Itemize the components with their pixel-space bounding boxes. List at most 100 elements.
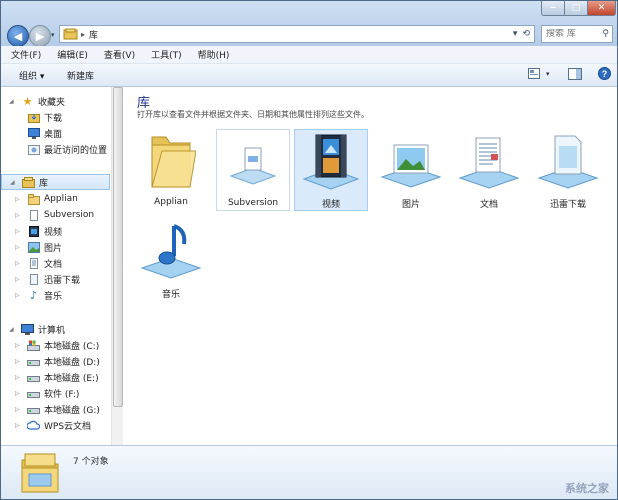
- view-dropdown-icon[interactable]: ▾: [546, 70, 550, 78]
- collapsed-arrow-icon[interactable]: ▷: [15, 342, 23, 349]
- music-note-icon: ♪: [29, 288, 38, 302]
- documents-icon: [27, 257, 40, 269]
- collapsed-arrow-icon[interactable]: ▷: [15, 212, 23, 219]
- collapsed-arrow-icon[interactable]: ▷: [15, 244, 23, 251]
- hard-drive-icon: [27, 371, 40, 383]
- menu-edit[interactable]: 编辑(E): [57, 48, 88, 61]
- nav-library-thunder-downloads[interactable]: ▷ 迅雷下载: [1, 271, 111, 287]
- library-tile-videos[interactable]: 视频: [294, 129, 368, 211]
- document-library-icon: [229, 147, 277, 185]
- back-button[interactable]: ◀: [7, 25, 29, 47]
- collapsed-arrow-icon[interactable]: ▷: [15, 422, 23, 429]
- nav-library-subversion[interactable]: ▷ Subversion: [1, 207, 111, 223]
- collapsed-arrow-icon[interactable]: ▷: [15, 260, 23, 267]
- refresh-icon[interactable]: ⟲: [522, 29, 530, 39]
- folder-icon: [27, 193, 40, 205]
- nav-item-recent-places[interactable]: 最近访问的位置: [1, 141, 111, 157]
- computer-icon: [21, 323, 34, 335]
- video-icon: [302, 134, 360, 190]
- nav-wps-cloud[interactable]: ▷ WPS云文档: [1, 417, 111, 433]
- pictures-icon: [380, 144, 442, 188]
- library-tile-subversion[interactable]: Subversion: [216, 129, 290, 211]
- navigation-scrollbar[interactable]: [111, 87, 123, 445]
- system-drive-icon: [27, 339, 40, 351]
- expanded-arrow-icon[interactable]: ◢: [9, 98, 17, 105]
- documents-icon: [458, 137, 520, 189]
- title-bar: ‒ □ ✕ ◀ ▶ ▾ ▸ 库 ▾ ⟲ ⚲: [1, 1, 617, 47]
- scrollbar-thumb[interactable]: [113, 87, 123, 407]
- menu-view[interactable]: 查看(V): [104, 48, 135, 61]
- menu-help[interactable]: 帮助(H): [198, 48, 230, 61]
- nav-library-music[interactable]: ▷ ♪ 音乐: [1, 287, 111, 303]
- menu-file[interactable]: 文件(F): [11, 48, 41, 61]
- navigation-pane: ◢ ★ 收藏夹 下载 桌面 最近访问的位置 ◢ 库 ▷ Applian ▷ Su…: [1, 87, 111, 445]
- search-input[interactable]: [546, 29, 598, 39]
- collapsed-arrow-icon[interactable]: ▷: [15, 228, 23, 235]
- downloads-folder-icon: [27, 111, 40, 123]
- forward-button[interactable]: ▶: [29, 25, 51, 47]
- nav-libraries[interactable]: ◢ 库: [1, 174, 110, 190]
- library-tile-pictures[interactable]: 图片: [374, 129, 448, 211]
- expanded-arrow-icon[interactable]: ◢: [9, 326, 17, 333]
- arrow-right-icon: ▶: [35, 29, 45, 43]
- folder-icon: [151, 136, 196, 188]
- collapsed-arrow-icon[interactable]: ▷: [15, 358, 23, 365]
- nav-library-applian[interactable]: ▷ Applian: [1, 191, 111, 207]
- recent-pages-dropdown[interactable]: ▾: [51, 31, 55, 39]
- maximize-button[interactable]: □: [564, 1, 588, 16]
- collapsed-arrow-icon[interactable]: ▷: [15, 374, 23, 381]
- library-tile-music[interactable]: 音乐: [134, 219, 208, 301]
- library-tile-applian[interactable]: Applian: [134, 129, 208, 211]
- star-icon: ★: [22, 94, 33, 108]
- search-box[interactable]: ⚲: [541, 25, 613, 43]
- nav-library-documents[interactable]: ▷ 文档: [1, 255, 111, 271]
- help-icon[interactable]: ?: [597, 67, 611, 80]
- recent-places-icon: [27, 143, 40, 155]
- search-icon[interactable]: ⚲: [602, 29, 612, 39]
- library-tile-documents[interactable]: 文档: [452, 129, 526, 211]
- breadcrumb-separator[interactable]: ▸: [81, 30, 85, 39]
- change-view-icon[interactable]: [528, 68, 540, 79]
- nav-drive-c[interactable]: ▷ 本地磁盘 (C:): [1, 337, 111, 353]
- svg-text:?: ?: [601, 69, 607, 79]
- nav-computer[interactable]: ◢ 计算机: [1, 321, 111, 337]
- collapsed-arrow-icon[interactable]: ▷: [15, 276, 23, 283]
- preview-pane-icon[interactable]: [567, 67, 582, 80]
- library-icon: [63, 28, 78, 40]
- organize-button[interactable]: 组织 ▾: [19, 69, 44, 82]
- nav-item-desktop[interactable]: 桌面: [1, 125, 111, 141]
- cloud-icon: [27, 419, 40, 431]
- new-library-button[interactable]: 新建库: [67, 69, 94, 82]
- nav-drive-e[interactable]: ▷ 本地磁盘 (E:): [1, 369, 111, 385]
- nav-drive-d[interactable]: ▷ 本地磁盘 (D:): [1, 353, 111, 369]
- address-bar[interactable]: ▸ 库 ▾ ⟲: [59, 25, 535, 43]
- nav-favorites[interactable]: ◢ ★ 收藏夹: [1, 93, 111, 109]
- video-icon: [27, 225, 40, 237]
- library-tile-thunder-downloads[interactable]: 迅雷下载: [531, 129, 605, 211]
- menu-tools[interactable]: 工具(T): [151, 48, 182, 61]
- nav-library-pictures[interactable]: ▷ 图片: [1, 239, 111, 255]
- explorer-window: ‒ □ ✕ ◀ ▶ ▾ ▸ 库 ▾ ⟲ ⚲ 文件(: [0, 0, 618, 500]
- collapsed-arrow-icon[interactable]: ▷: [15, 406, 23, 413]
- watermark-text: 系统之家: [565, 482, 609, 495]
- collapsed-arrow-icon[interactable]: ▷: [15, 390, 23, 397]
- item-count: 7 个对象: [73, 457, 109, 467]
- collapsed-arrow-icon[interactable]: ▷: [15, 292, 23, 299]
- desktop-icon: [27, 127, 40, 139]
- hard-drive-icon: [27, 387, 40, 399]
- hard-drive-icon: [27, 403, 40, 415]
- menu-bar: 文件(F) 编辑(E) 查看(V) 工具(T) 帮助(H): [1, 46, 617, 64]
- nav-item-downloads[interactable]: 下载: [1, 109, 111, 125]
- nav-library-videos[interactable]: ▷ 视频: [1, 223, 111, 239]
- hard-drive-icon: [27, 355, 40, 367]
- breadcrumb-library[interactable]: 库: [89, 28, 98, 41]
- nav-drive-g[interactable]: ▷ 本地磁盘 (G:): [1, 401, 111, 417]
- address-dropdown-icon[interactable]: ▾: [513, 29, 518, 39]
- expanded-arrow-icon[interactable]: ◢: [10, 179, 18, 186]
- nav-drive-f[interactable]: ▷ 软件 (F:): [1, 385, 111, 401]
- document-library-icon: [27, 273, 40, 285]
- close-button[interactable]: ✕: [587, 1, 616, 16]
- minimize-button[interactable]: ‒: [541, 1, 565, 16]
- collapsed-arrow-icon[interactable]: ▷: [15, 196, 23, 203]
- document-library-icon: [537, 135, 599, 189]
